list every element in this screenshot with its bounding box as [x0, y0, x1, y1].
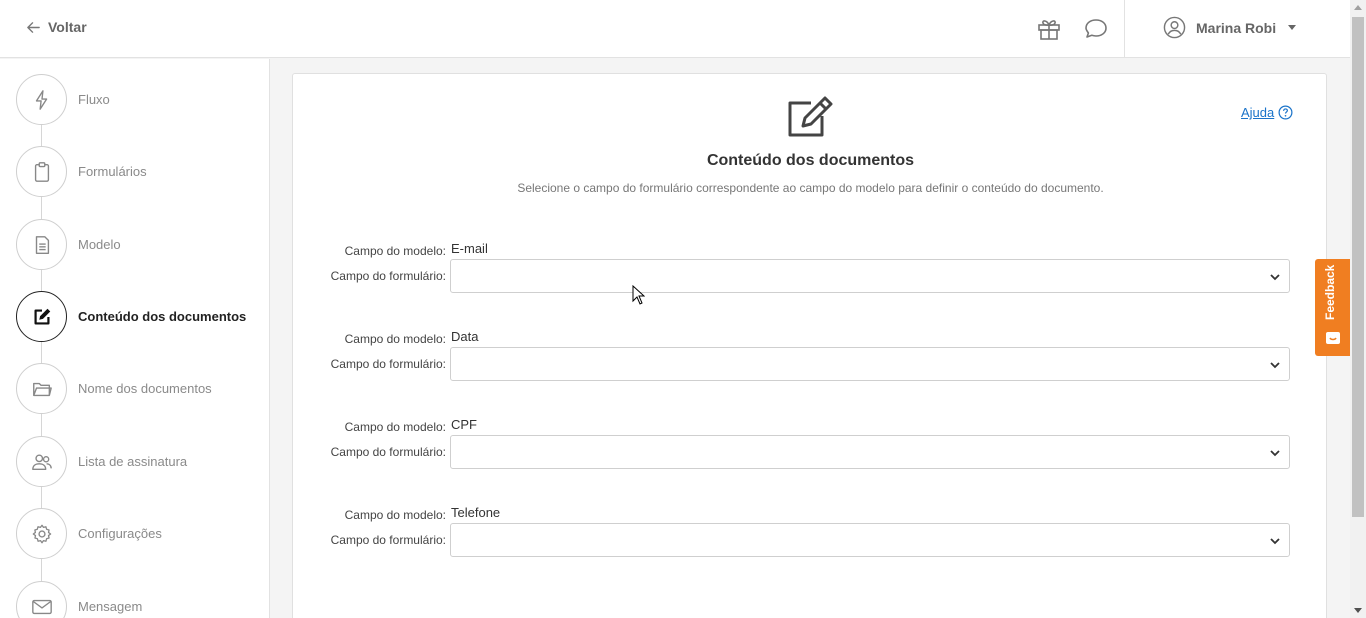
feedback-smile-icon [1326, 332, 1340, 344]
model-field-value: Data [451, 329, 479, 344]
form-field-select[interactable] [450, 347, 1290, 381]
steps-sidebar: Fluxo Formulários Modelo Conteúdo dos do… [0, 59, 270, 618]
step-label: Formulários [78, 164, 147, 179]
form-field-label: Campo do formulário: [330, 533, 446, 547]
model-field-line: Campo do modelo: CPF [293, 417, 1328, 435]
form-field-line: Campo do formulário: [293, 523, 1328, 557]
arrow-left-icon [27, 21, 40, 33]
step-nome-documentos[interactable]: Nome dos documentos [16, 363, 212, 414]
form-field-line: Campo do formulário: [293, 347, 1328, 381]
step-configuracoes[interactable]: Configurações [16, 508, 162, 559]
feedback-tab[interactable]: Feedback [1315, 259, 1350, 356]
edit-icon [33, 308, 50, 325]
step-fluxo[interactable]: Fluxo [16, 74, 110, 125]
model-field-label: Campo do modelo: [344, 420, 446, 434]
header-divider [1124, 0, 1125, 58]
step-circle [16, 581, 67, 618]
model-field-label: Campo do modelo: [344, 244, 446, 258]
model-field-value: CPF [451, 417, 477, 432]
model-field-line: Campo do modelo: Data [293, 329, 1328, 347]
clipboard-icon [34, 161, 49, 182]
edit-document-icon [788, 96, 833, 137]
scroll-down-arrow-icon[interactable] [1354, 608, 1362, 613]
model-field-value: E-mail [451, 241, 488, 256]
feedback-label: Feedback [1323, 264, 1337, 320]
page-subtitle: Selecione o campo do formulário correspo… [517, 181, 1104, 195]
user-name: Marina Robi [1196, 19, 1277, 36]
step-circle [16, 146, 67, 197]
chevron-down-icon [1270, 538, 1280, 545]
chevron-down-icon [1270, 450, 1280, 457]
mouse-cursor-icon [632, 285, 645, 305]
gear-icon [32, 524, 51, 543]
step-label: Configurações [78, 526, 162, 541]
step-modelo[interactable]: Modelo [16, 219, 121, 270]
step-circle [16, 219, 67, 270]
folder-icon [32, 382, 52, 396]
step-circle [16, 436, 67, 487]
chevron-down-icon [1288, 25, 1297, 30]
back-label: Voltar [48, 19, 87, 35]
form-field-label: Campo do formulário: [330, 269, 446, 283]
step-circle [16, 74, 67, 125]
step-label: Nome dos documentos [78, 381, 212, 396]
users-icon [31, 453, 52, 470]
help-link[interactable]: Ajuda [1241, 105, 1293, 120]
top-bar: Voltar Marina Robi [0, 0, 1350, 58]
step-lista-assinatura[interactable]: Lista de assinatura [16, 436, 187, 487]
lightning-icon [35, 89, 47, 110]
step-label: Mensagem [78, 599, 143, 614]
document-icon [35, 235, 49, 254]
step-circle [16, 508, 67, 559]
form-field-line: Campo do formulário: [293, 259, 1328, 293]
step-label: Lista de assinatura [78, 454, 188, 469]
chevron-down-icon [1270, 274, 1280, 281]
scrollbar-thumb[interactable] [1352, 17, 1364, 517]
model-field-value: Telefone [451, 505, 501, 520]
help-label: Ajuda [1241, 105, 1275, 120]
step-circle [16, 291, 67, 342]
chevron-down-icon [1270, 362, 1280, 369]
content-card: Ajuda Conteúdo dos documentos Selecione … [292, 73, 1327, 618]
user-avatar-icon [1163, 16, 1186, 39]
model-field-label: Campo do modelo: [344, 332, 446, 346]
page-scrollbar[interactable] [1350, 0, 1366, 618]
model-field-label: Campo do modelo: [344, 508, 446, 522]
gift-icon[interactable] [1036, 16, 1062, 42]
step-label: Fluxo [78, 92, 110, 107]
model-field-line: Campo do modelo: Telefone [293, 505, 1328, 523]
envelope-icon [31, 599, 52, 614]
scroll-up-arrow-icon[interactable] [1354, 5, 1362, 10]
question-icon [1278, 105, 1293, 120]
model-field-line: Campo do modelo: E-mail [293, 241, 1328, 259]
form-field-select[interactable] [450, 435, 1290, 469]
chat-bubble-icon[interactable] [1083, 16, 1109, 42]
step-label: Conteúdo dos documentos [78, 309, 247, 324]
step-circle [16, 363, 67, 414]
form-field-line: Campo do formulário: [293, 435, 1328, 469]
back-button[interactable]: Voltar [26, 19, 87, 35]
step-label: Modelo [78, 237, 121, 252]
user-menu[interactable]: Marina Robi [1163, 16, 1297, 39]
form-field-select[interactable] [450, 259, 1290, 293]
form-field-select[interactable] [450, 523, 1290, 557]
form-field-label: Campo do formulário: [330, 445, 446, 459]
step-conteudo-documentos[interactable]: Conteúdo dos documentos [16, 291, 246, 342]
page-title: Conteúdo dos documentos [706, 152, 915, 169]
step-formularios[interactable]: Formulários [16, 146, 147, 197]
form-field-label: Campo do formulário: [330, 357, 446, 371]
step-mensagem[interactable]: Mensagem [16, 581, 142, 618]
